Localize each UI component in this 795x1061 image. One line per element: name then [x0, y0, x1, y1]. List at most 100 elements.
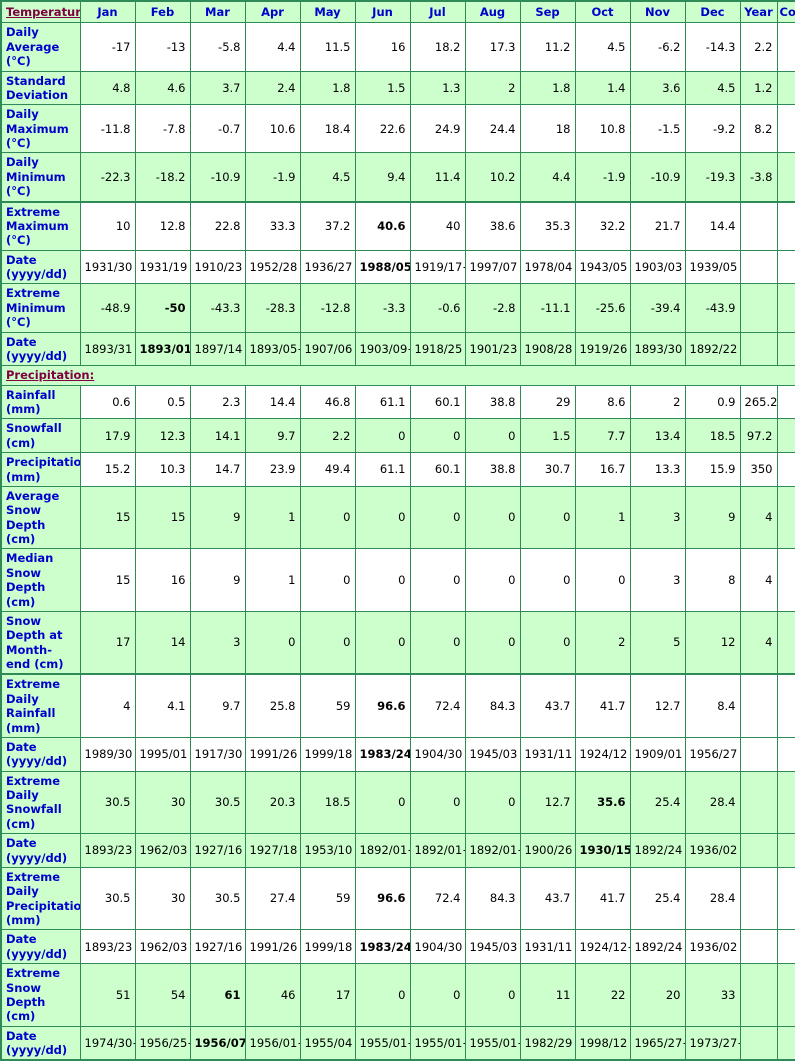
data-cell: 10.3 — [134, 452, 191, 487]
data-cell — [739, 866, 778, 931]
data-cell: 38.6 — [464, 200, 521, 251]
data-cell: 2.2 — [739, 22, 778, 72]
data-cell: 54 — [134, 963, 191, 1027]
data-cell: 22 — [574, 963, 631, 1027]
data-cell: 25.4 — [629, 770, 686, 835]
data-cell: 1962/03 — [134, 929, 191, 965]
column-header-aug: Aug — [464, 0, 521, 24]
data-cell — [739, 963, 778, 1027]
data-cell: 12.7 — [519, 770, 576, 835]
data-cell — [739, 736, 778, 772]
row-label: Daily Minimum (°C) — [0, 152, 81, 202]
data-cell: -3.8 — [739, 152, 778, 202]
data-cell: 33.3 — [244, 200, 301, 251]
data-cell: 61 — [189, 963, 246, 1027]
data-cell: -14.3 — [684, 22, 741, 72]
table-row: Daily Minimum (°C) -22.3 -18.2 -10.9 -1.9 4.5… — [0, 152, 795, 202]
data-cell: 51 — [79, 963, 136, 1027]
data-cell: -10.9 — [189, 152, 246, 202]
section-row-precipitation: Precipitation: — [0, 365, 795, 386]
table-row: Daily Maximum (°C) -11.8 -7.8 -0.7 10.6 18.4 2… — [0, 104, 795, 154]
data-cell: 96.6 — [354, 866, 411, 931]
data-cell: 15 — [134, 485, 191, 550]
data-code-cell: A — [776, 70, 795, 106]
data-cell: 28.4 — [684, 770, 741, 835]
data-cell: -0.7 — [189, 104, 246, 154]
data-cell: 17 — [299, 963, 356, 1027]
section-header-precipitation: Precipitation: — [0, 365, 795, 386]
data-cell: 18.2 — [409, 22, 466, 72]
column-header-dec: Dec — [684, 0, 741, 24]
data-cell: 22.6 — [354, 104, 411, 154]
data-cell: 1930/15 — [574, 833, 631, 868]
data-cell: 12.3 — [134, 418, 191, 454]
row-label: Date (yyyy/dd) — [0, 331, 81, 367]
table-row: Date (yyyy/dd) 1893/23 1962/03 1927/16 1927/… — [0, 833, 795, 868]
row-label: Precipitation (mm) — [0, 452, 81, 487]
data-cell: 1893/23 — [79, 833, 136, 868]
data-cell: 9.7 — [189, 673, 246, 738]
row-label: Extreme Maximum (°C) — [0, 200, 81, 251]
data-cell: 9.7 — [244, 418, 301, 454]
data-cell: 33 — [684, 963, 741, 1027]
data-cell: 1955/04 — [299, 1025, 356, 1061]
data-cell: 1918/25 — [409, 331, 466, 367]
data-cell: 35.3 — [519, 200, 576, 251]
table-header-row: Temperature:JanFebMarAprMayJunJulAugSepO… — [0, 0, 795, 24]
data-code-cell — [776, 833, 795, 868]
data-cell: 4.1 — [134, 673, 191, 738]
data-code-cell — [776, 200, 795, 251]
data-cell: 1956/01+ — [244, 1025, 301, 1061]
row-label: Standard Deviation — [0, 70, 81, 106]
data-cell: 0 — [354, 770, 411, 835]
data-cell: 1955/01+ — [464, 1025, 521, 1061]
data-cell: 0 — [299, 610, 356, 675]
data-cell — [739, 1025, 778, 1061]
data-cell: 24.4 — [464, 104, 521, 154]
data-cell: 1945/03 — [464, 929, 521, 965]
data-cell: 40.6 — [354, 200, 411, 251]
data-cell: 0 — [464, 963, 521, 1027]
data-cell: 1893/23 — [79, 929, 136, 965]
data-code-cell: A — [776, 485, 795, 550]
data-cell: 4.5 — [684, 70, 741, 106]
data-cell: -50 — [134, 283, 191, 333]
data-cell: 38.8 — [464, 452, 521, 487]
data-cell: 1956/27 — [684, 736, 741, 772]
data-cell: 1989/30 — [79, 736, 136, 772]
data-cell: 1982/29 — [519, 1025, 576, 1061]
data-cell: 60.1 — [409, 452, 466, 487]
section-header-temperature: Temperature: — [0, 0, 81, 24]
data-cell: 37.2 — [299, 200, 356, 251]
data-cell: 3 — [629, 485, 686, 550]
data-cell: 0 — [409, 485, 466, 550]
data-code-cell — [776, 929, 795, 965]
data-code-cell — [776, 866, 795, 931]
data-cell: 1945/03 — [464, 736, 521, 772]
data-cell: -11.1 — [519, 283, 576, 333]
row-label: Date (yyyy/dd) — [0, 1025, 81, 1061]
data-code-cell — [776, 283, 795, 333]
column-header-feb: Feb — [134, 0, 191, 24]
data-cell: 0.9 — [684, 384, 741, 420]
data-cell: 84.3 — [464, 673, 521, 738]
data-cell: 3 — [189, 610, 246, 675]
column-header-jan: Jan — [79, 0, 136, 24]
data-cell: 1998/12 — [574, 1025, 631, 1061]
data-cell: -43.9 — [684, 283, 741, 333]
data-cell: 43.7 — [519, 866, 576, 931]
data-code-cell: A — [776, 548, 795, 612]
data-cell: 0 — [519, 610, 576, 675]
data-cell: 1917/30 — [189, 736, 246, 772]
data-cell: 4 — [739, 548, 778, 612]
data-cell: 24.9 — [409, 104, 466, 154]
data-cell: 18.5 — [684, 418, 741, 454]
data-cell: 1936/27 — [299, 249, 356, 285]
data-cell: 20.3 — [244, 770, 301, 835]
data-cell: 0 — [354, 485, 411, 550]
column-header-oct: Oct — [574, 0, 631, 24]
data-cell: 1900/26 — [519, 833, 576, 868]
data-cell: 1999/18 — [299, 929, 356, 965]
data-cell: 8.4 — [684, 673, 741, 738]
data-code-cell: A — [776, 384, 795, 420]
